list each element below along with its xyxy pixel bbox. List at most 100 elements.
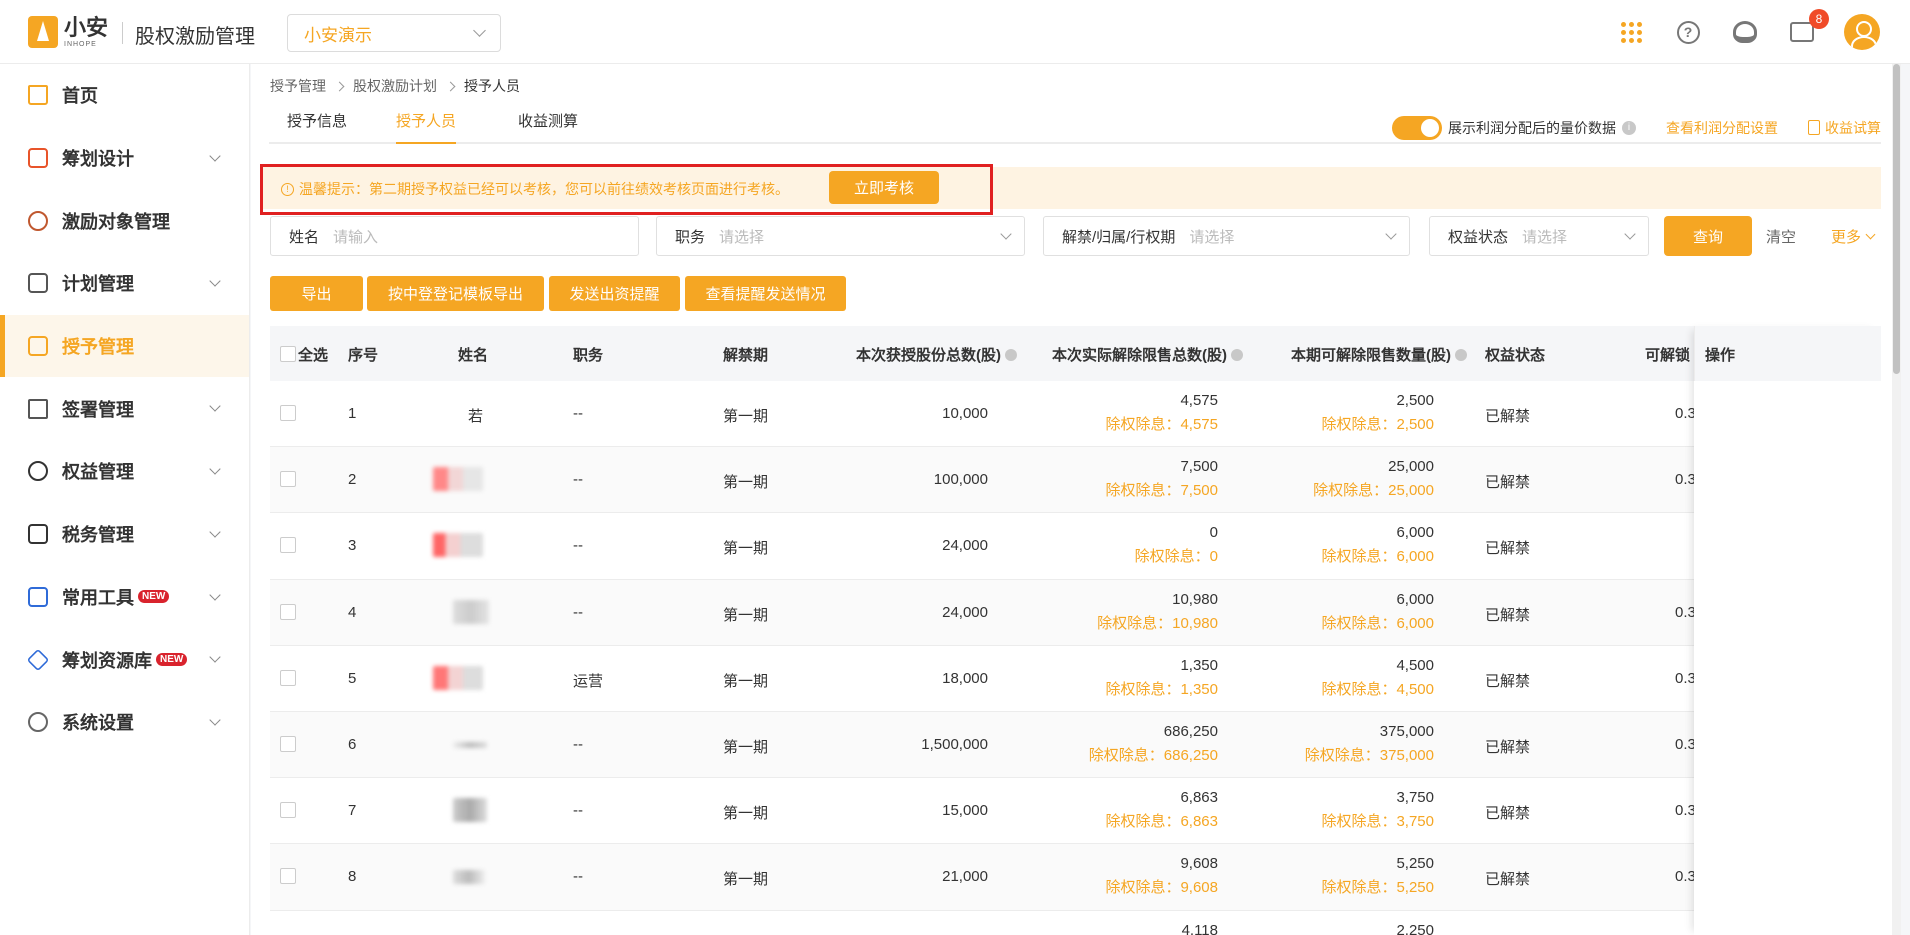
sidebar-item-incentive-targets[interactable]: 激励对象管理 bbox=[0, 189, 249, 252]
breadcrumb-item[interactable]: 授予管理 bbox=[270, 76, 326, 96]
tab-grant-info[interactable]: 授予信息 bbox=[287, 108, 347, 144]
cell-released: 6,863 除权除息：6,863 bbox=[1105, 789, 1218, 831]
cell-granted: 1,500,000 bbox=[921, 735, 988, 753]
cell-position: -- bbox=[573, 802, 583, 820]
clear-button[interactable]: 清空 bbox=[1766, 226, 1796, 247]
assess-now-button[interactable]: 立即考核 bbox=[829, 171, 939, 204]
chevron-right-icon bbox=[445, 81, 456, 91]
table-row[interactable]: 4,118 2,250 bbox=[270, 911, 1880, 935]
sidebar-item-signing[interactable]: 签署管理 bbox=[0, 377, 249, 440]
table-row[interactable]: 5 运营 第一期 18,000 1,350 除权除息：1,350 4,500 除权除息：4,5… bbox=[270, 646, 1880, 712]
table-row[interactable]: 7 -- 第一期 15,000 6,863 除权除息：6,863 3,750 除权除息：3,7… bbox=[270, 778, 1880, 845]
sidebar-item-rights[interactable]: 权益管理 bbox=[0, 440, 249, 503]
chevron-down-icon bbox=[209, 526, 221, 538]
cell-index: 5 bbox=[348, 669, 357, 687]
profit-settings-link[interactable]: 查看利润分配设置 bbox=[1666, 118, 1778, 138]
send-payment-reminder-button[interactable]: 发送出资提醒 bbox=[549, 276, 680, 311]
cell-index: 7 bbox=[348, 802, 357, 820]
logo-cn: 小安 bbox=[64, 14, 109, 40]
th-releasable: 本期可解除限售数量(股) bbox=[1291, 344, 1467, 365]
name-filter[interactable]: 姓名 请输入 bbox=[270, 216, 639, 256]
query-button[interactable]: 查询 bbox=[1664, 216, 1752, 256]
th-position: 职务 bbox=[573, 347, 604, 364]
new-badge: NEW bbox=[156, 653, 188, 667]
status-filter[interactable]: 权益状态 请选择 bbox=[1429, 216, 1649, 256]
table-row[interactable]: 4 -- 第一期 24,000 10,980 除权除息：10,980 6,000 除权除息：6… bbox=[270, 579, 1880, 646]
vertical-scrollbar[interactable] bbox=[1892, 64, 1901, 935]
sidebar-item-settings[interactable]: 系统设置 bbox=[0, 691, 249, 754]
tab-income-calc[interactable]: 收益测算 bbox=[518, 108, 578, 144]
row-checkbox[interactable] bbox=[280, 603, 296, 620]
sidebar-item-plan-management[interactable]: 计划管理 bbox=[0, 252, 249, 315]
sidebar-item-tax[interactable]: 税务管理 bbox=[0, 503, 249, 566]
scrollbar-thumb[interactable] bbox=[1893, 64, 1900, 374]
user-avatar[interactable] bbox=[1844, 14, 1880, 50]
cell-releasable: 2,500 除权除息：2,500 bbox=[1321, 392, 1434, 433]
tab-grant-people[interactable]: 授予人员 bbox=[396, 108, 457, 144]
cell-period: 第一期 bbox=[723, 474, 769, 492]
chevron-down-icon bbox=[209, 714, 221, 726]
more-filters-button[interactable]: 更多 bbox=[1831, 226, 1876, 247]
app-logo[interactable]: 小安 INHOPE bbox=[28, 16, 108, 48]
sidebar-item-grant-management[interactable]: 授予管理 bbox=[0, 314, 249, 378]
row-checkbox[interactable] bbox=[280, 868, 296, 885]
position-filter[interactable]: 职务 请选择 bbox=[656, 216, 1025, 256]
chevron-down-icon bbox=[209, 463, 221, 475]
sidebar-item-resources[interactable]: 筹划资源库 NEW bbox=[0, 628, 249, 691]
home-icon bbox=[28, 85, 48, 106]
name-input[interactable]: 请输入 bbox=[333, 226, 378, 247]
breadcrumb-item[interactable]: 股权激励计划 bbox=[353, 76, 437, 96]
info-icon[interactable] bbox=[1005, 349, 1017, 361]
cell-period: 第一期 bbox=[723, 871, 769, 889]
apps-grid-icon[interactable] bbox=[1616, 17, 1646, 47]
cell-released: 1,350 除权除息：1,350 bbox=[1105, 656, 1218, 698]
export-button[interactable]: 导出 bbox=[270, 276, 363, 311]
table-row[interactable]: 3 -- 第一期 24,000 0 除权除息：0 6,000 除权除息：6,000 已解禁 bbox=[270, 513, 1880, 580]
cell-position: -- bbox=[573, 405, 583, 422]
table-row[interactable]: 1 若 -- 第一期 10,000 4,575 除权除息：4,575 2,500 除权除息：2,… bbox=[270, 381, 1880, 448]
sidebar-item-planning[interactable]: 筹划设计 bbox=[0, 127, 249, 190]
document-icon bbox=[1808, 120, 1820, 135]
table-row[interactable]: 2 -- 第一期 100,000 7,500 除权除息：7,500 25,000 除权除息：2… bbox=[270, 447, 1880, 514]
profit-display-toggle[interactable] bbox=[1392, 116, 1442, 140]
cell-price: 0.3 bbox=[1675, 603, 1696, 621]
row-checkbox[interactable] bbox=[280, 735, 296, 752]
row-checkbox[interactable] bbox=[280, 471, 296, 488]
plan-icon bbox=[28, 273, 48, 294]
name-redaction bbox=[453, 741, 487, 748]
period-filter[interactable]: 解禁/归属/行权期 请选择 bbox=[1043, 216, 1410, 256]
info-icon[interactable]: i bbox=[1622, 121, 1636, 135]
layers-icon bbox=[26, 648, 50, 671]
row-checkbox[interactable] bbox=[280, 405, 296, 421]
main-content: 授予管理 股权激励计划 授予人员 授予信息 授予人员 收益测算 展示利润分配后的… bbox=[251, 64, 1901, 935]
org-select[interactable]: 小安演示 bbox=[287, 14, 501, 52]
info-icon[interactable] bbox=[1231, 349, 1243, 361]
table-row[interactable]: 6 -- 第一期 1,500,000 686,250 除权除息：686,250 375,00… bbox=[270, 711, 1880, 779]
select-all-checkbox[interactable] bbox=[280, 346, 296, 362]
customer-service-icon[interactable] bbox=[1730, 17, 1760, 47]
cell-releasable: 6,000 除权除息：6,000 bbox=[1321, 590, 1434, 632]
cell-granted: 24,000 bbox=[942, 537, 988, 555]
trial-calc-link[interactable]: 收益试算 bbox=[1808, 118, 1881, 138]
row-checkbox[interactable] bbox=[280, 537, 296, 554]
help-icon[interactable]: ? bbox=[1673, 17, 1703, 47]
view-reminder-status-button[interactable]: 查看提醒发送情况 bbox=[685, 276, 846, 311]
name-redaction bbox=[453, 798, 487, 823]
sidebar-item-home[interactable]: 首页 bbox=[0, 64, 249, 127]
chevron-down-icon bbox=[209, 150, 221, 162]
cell-index: 1 bbox=[348, 405, 357, 422]
filter-label: 姓名 bbox=[289, 228, 320, 246]
export-csdc-template-button[interactable]: 按中登登记模板导出 bbox=[367, 276, 544, 311]
name-redaction bbox=[433, 533, 483, 558]
row-checkbox[interactable] bbox=[280, 669, 296, 686]
message-icon[interactable]: 8 bbox=[1787, 9, 1829, 47]
row-checkbox[interactable] bbox=[280, 802, 296, 819]
table-row[interactable]: 8 -- 第一期 21,000 9,608 除权除息：9,608 5,250 除权除息：5,2… bbox=[270, 844, 1880, 911]
chevron-down-icon bbox=[1865, 229, 1876, 240]
org-select-value: 小安演示 bbox=[304, 25, 372, 45]
th-index: 序号 bbox=[348, 347, 379, 364]
cell-period: 第一期 bbox=[723, 606, 769, 624]
info-icon[interactable] bbox=[1455, 349, 1467, 361]
sidebar-item-tools[interactable]: 常用工具 NEW bbox=[0, 566, 249, 629]
cell-releasable: 5,250 除权除息：5,250 bbox=[1321, 855, 1434, 897]
